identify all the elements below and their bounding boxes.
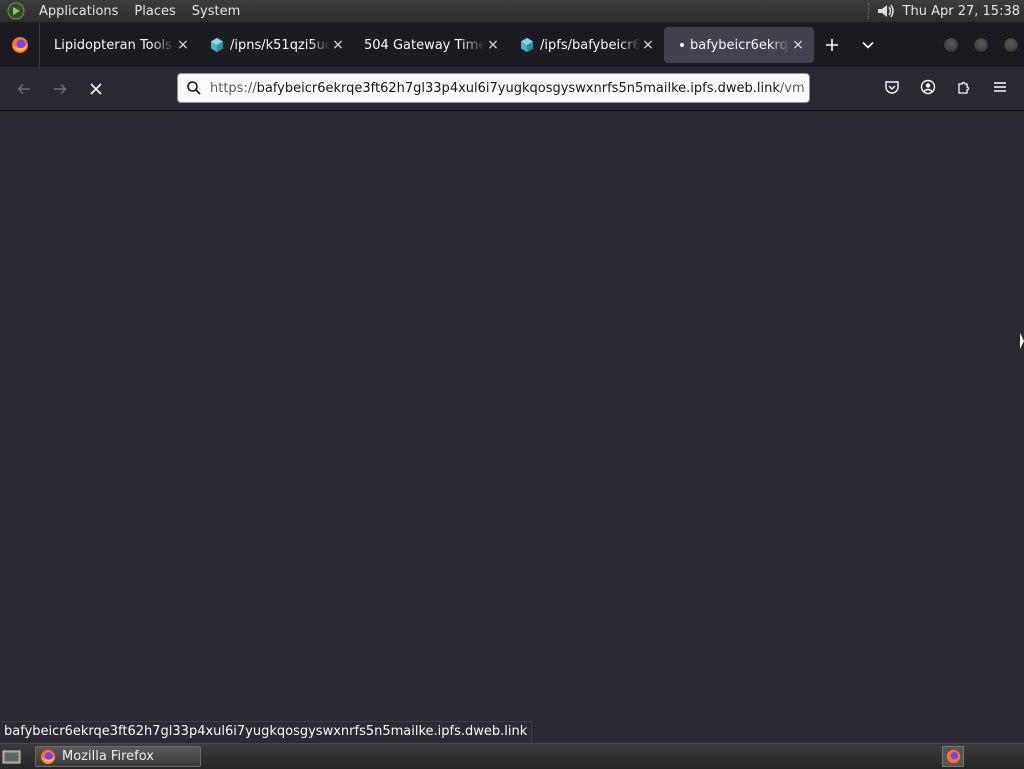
search-icon <box>187 81 201 95</box>
status-panel: bafybeicr6ekrqe3ft62h7gl33p4xul6i7yugkqo… <box>0 721 533 744</box>
tab-strip: Lipidopteran Tools × /ipns/k51qzi5uqu5 ×… <box>0 23 1024 67</box>
page-content[interactable] <box>0 111 1024 720</box>
show-desktop-icon[interactable] <box>2 748 22 766</box>
url-bar[interactable]: https://bafybeicr6ekrqe3ft62h7gl33p4xul6… <box>177 73 810 103</box>
tab-504-gateway[interactable]: 504 Gateway Time-out × <box>354 27 509 63</box>
clock[interactable]: Thu Apr 27, 15:38 <box>903 4 1024 19</box>
back-button[interactable] <box>6 73 42 105</box>
pocket-icon <box>885 81 899 94</box>
puzzle-icon <box>958 81 970 94</box>
plus-icon <box>826 39 838 51</box>
forward-button[interactable] <box>42 73 78 105</box>
close-tab-icon[interactable]: × <box>485 37 501 53</box>
navigation-toolbar: https://bafybeicr6ekrqe3ft62h7gl33p4xul6… <box>0 67 1024 111</box>
url-path: /vm78.xht <box>779 80 804 96</box>
tray-firefox-launcher[interactable] <box>942 746 964 767</box>
taskbar-window-title: Mozilla Firefox <box>62 749 154 764</box>
new-tab-button[interactable] <box>814 27 850 63</box>
firefox-icon <box>40 749 56 764</box>
close-tab-icon[interactable]: × <box>175 37 191 53</box>
gnome-foot-icon[interactable] <box>7 2 25 20</box>
menu-applications[interactable]: Applications <box>31 4 126 19</box>
arrow-right-icon <box>54 83 67 94</box>
close-tab-icon[interactable]: × <box>330 37 346 53</box>
close-window-button[interactable] <box>1003 37 1019 53</box>
close-icon <box>90 82 102 95</box>
account-button[interactable] <box>910 71 946 103</box>
list-all-tabs-button[interactable] <box>850 27 886 63</box>
extensions-button[interactable] <box>946 71 982 103</box>
top-panel: Applications Places System Thu Apr 27, 1… <box>0 0 1024 23</box>
account-icon <box>920 79 936 95</box>
tab-title: /ipfs/bafybeicr6ekrqe <box>540 37 640 53</box>
volume-icon[interactable] <box>875 2 897 20</box>
tab-title: bafybeicr6ekrqe3ft62 <box>690 37 790 53</box>
tab-ipns[interactable]: /ipns/k51qzi5uqu5 × <box>199 27 354 63</box>
minimize-window-button[interactable] <box>943 37 959 53</box>
url-scheme: https:// <box>210 80 257 96</box>
firefox-view-button[interactable] <box>0 23 40 67</box>
firefox-icon <box>11 37 28 53</box>
arrow-left-icon <box>17 83 30 94</box>
chevron-down-icon <box>862 41 874 49</box>
mouse-cursor-icon <box>1020 333 1024 349</box>
stop-loading-button[interactable] <box>78 73 114 105</box>
ipfs-cube-icon <box>211 38 223 52</box>
url-host: bafybeicr6ekrqe3ft62h7gl33p4xul6i7yugkqo… <box>256 80 780 96</box>
hamburger-menu-icon <box>994 82 1006 92</box>
taskbar-firefox-window[interactable]: Mozilla Firefox <box>35 746 201 767</box>
menu-places[interactable]: Places <box>126 4 183 19</box>
tab-ipfs[interactable]: /ipfs/bafybeicr6ekrqe × <box>509 27 664 63</box>
url-text[interactable]: https://bafybeicr6ekrqe3ft62h7gl33p4xul6… <box>210 81 804 96</box>
close-tab-icon[interactable]: × <box>790 37 806 53</box>
tab-title: Lipidopteran Tools <box>54 37 172 53</box>
menu-system[interactable]: System <box>184 4 248 19</box>
ipfs-cube-icon <box>521 38 533 52</box>
tab-title: /ipns/k51qzi5uqu5 <box>230 37 330 53</box>
maximize-window-button[interactable] <box>973 37 989 53</box>
tab-active-loading[interactable]: bafybeicr6ekrqe3ft62 × <box>664 27 814 63</box>
panel-separator <box>867 3 871 19</box>
pocket-button[interactable] <box>874 71 910 103</box>
tab-lipidopteran-tools[interactable]: Lipidopteran Tools × <box>44 27 199 63</box>
close-tab-icon[interactable]: × <box>640 37 656 53</box>
app-menu-button[interactable] <box>982 71 1018 103</box>
loading-dot-icon <box>680 43 684 47</box>
firefox-icon <box>946 749 960 764</box>
tab-title: 504 Gateway Time-out <box>364 37 485 53</box>
bottom-panel: Mozilla Firefox <box>0 743 1024 769</box>
